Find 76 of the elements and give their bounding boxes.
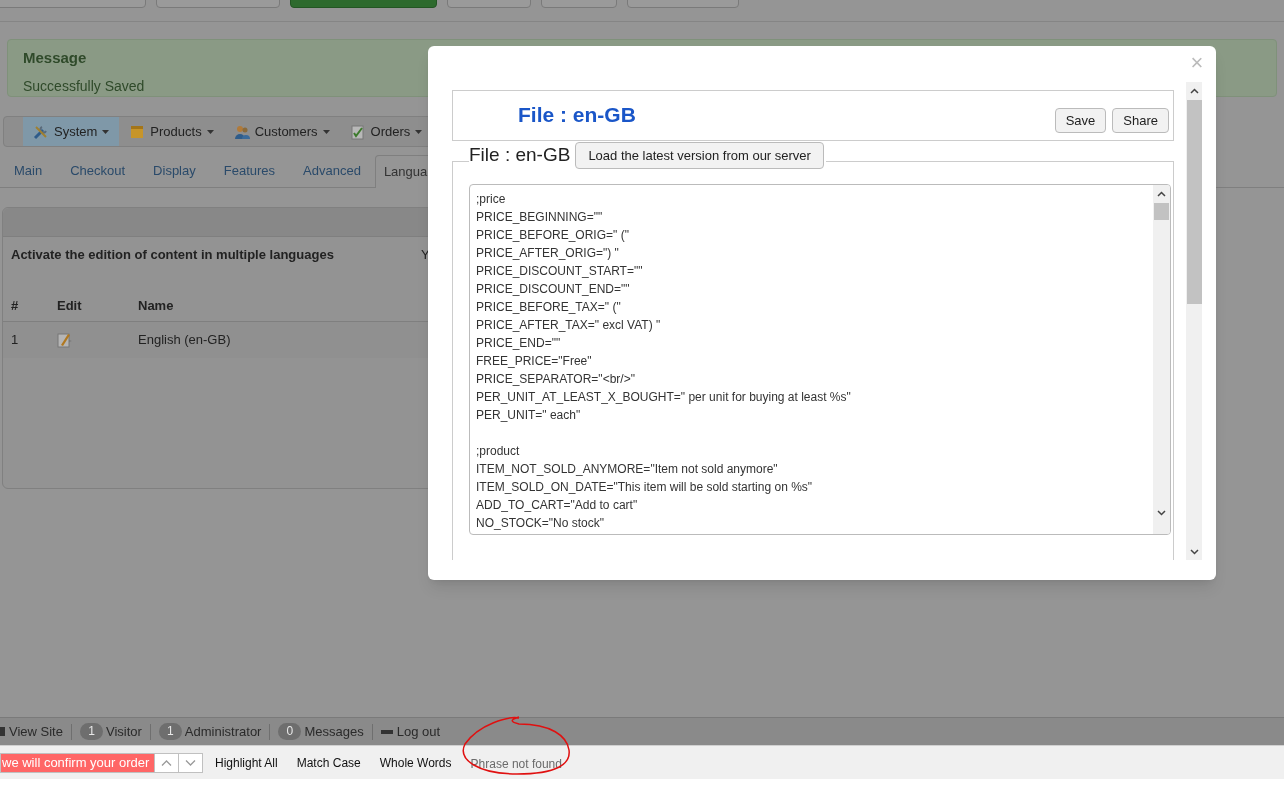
code-line: PRICE_SEPARATOR="<br/>" [476, 371, 635, 388]
code-line: ;price [476, 191, 506, 208]
find-option[interactable]: Match Case [296, 753, 361, 772]
menu-item[interactable]: Customers [223, 117, 340, 146]
code-line: NO_STOCK="No stock" [476, 515, 604, 532]
setting-label: Activate the edition of content in multiple languages [11, 246, 335, 265]
code-line: PRICE_AFTER_ORIG=") " [476, 245, 619, 262]
find-option[interactable]: Whole Words [379, 753, 452, 772]
code-line: ITEM_NOT_SOLD_ANYMORE="Item not sold anymore" [476, 461, 778, 478]
dialog-button[interactable]: Save [1054, 108, 1107, 133]
status-label: Messages [304, 722, 364, 741]
scrollbar[interactable] [1186, 82, 1202, 560]
checklist-icon [349, 123, 366, 140]
code-line: ADD_TO_CART="Add to cart" [476, 497, 638, 514]
chevron-down-icon [185, 759, 196, 766]
load-button[interactable]: Load the latest version from our server [575, 141, 824, 169]
code-line: PRICE_END="" [476, 335, 561, 352]
find-field[interactable]: we will confirm your order [0, 752, 155, 773]
count-badge: 1 [158, 723, 182, 740]
scrollbar[interactable] [1153, 185, 1170, 534]
fieldset-legend: File : en-GB [469, 141, 571, 170]
table-cell-text: English (en-GB) [138, 331, 231, 350]
tab[interactable]: Advanced [289, 154, 375, 187]
table-cell-text: 1 [11, 331, 20, 350]
code-line: PER_UNIT=" each" [476, 407, 581, 424]
tab[interactable]: Display [139, 154, 210, 187]
file-title: File : en-GB [518, 102, 636, 128]
caret-icon [415, 129, 423, 134]
status-label: Visitor [105, 722, 142, 741]
people-icon [233, 123, 250, 140]
code-line: FREE_PRICE="Free" [476, 353, 592, 370]
count-badge: 0 [278, 723, 302, 740]
previous-button[interactable] [155, 752, 179, 773]
code-line: PRICE_BEFORE_TAX=" (" [476, 299, 621, 316]
view-site-link[interactable]: View Site [0, 721, 63, 742]
code-line: PRICE_DISCOUNT_START="" [476, 263, 643, 280]
scroll-up-icon[interactable] [1189, 88, 1199, 94]
message-text: Successfully Saved [23, 76, 145, 96]
text-editor[interactable] [469, 184, 1171, 535]
chevron-up-icon [161, 759, 172, 766]
tools-icon [33, 123, 49, 140]
menu-item[interactable]: System [23, 117, 120, 146]
logout-link[interactable]: Log out [380, 721, 441, 742]
code-line: PRICE_BEFORE_ORIG=" (" [476, 227, 629, 244]
column-header: Name [138, 296, 175, 315]
message-title: Message [23, 48, 87, 68]
column-header: Edit [57, 296, 83, 315]
status-label: Administrator [184, 722, 262, 741]
box-icon [129, 123, 146, 140]
menu-item[interactable]: Orders [339, 117, 433, 146]
code-line: PRICE_BEGINNING="" [476, 209, 603, 226]
scroll-down-icon[interactable] [1189, 549, 1199, 555]
code-line: PRICE_AFTER_TAX=" excl VAT) " [476, 317, 661, 334]
code-line: PRICE_DISCOUNT_END="" [476, 281, 630, 298]
caret-icon [206, 129, 214, 134]
code-line: ITEM_SOLD_ON_DATE="This item will be sold starting on %s" [476, 479, 813, 496]
find-option[interactable]: Highlight All [215, 753, 278, 772]
find-status: Phrase not found [470, 756, 562, 771]
scroll-thumb[interactable] [1186, 100, 1202, 304]
tab[interactable]: Checkout [56, 154, 140, 187]
code-line: ;product [476, 443, 520, 460]
scroll-up-icon[interactable] [1157, 191, 1166, 197]
scroll-thumb[interactable] [1154, 203, 1169, 220]
tab[interactable]: Features [209, 154, 290, 187]
dialog-button[interactable]: Share [1112, 108, 1169, 133]
caret-icon [102, 129, 110, 134]
count-badge: 1 [79, 723, 103, 740]
edit-icon[interactable] [57, 332, 73, 348]
next-button[interactable] [179, 752, 203, 773]
scroll-down-icon[interactable] [1157, 510, 1166, 516]
tab[interactable]: Main [0, 154, 57, 187]
column-header: # [11, 296, 20, 315]
caret-icon [322, 129, 330, 134]
menu-item[interactable]: Products [119, 117, 224, 146]
code-line: PER_UNIT_AT_LEAST_X_BOUGHT=" per unit for buying at least %s" [476, 389, 851, 406]
minus-icon [380, 729, 393, 734]
